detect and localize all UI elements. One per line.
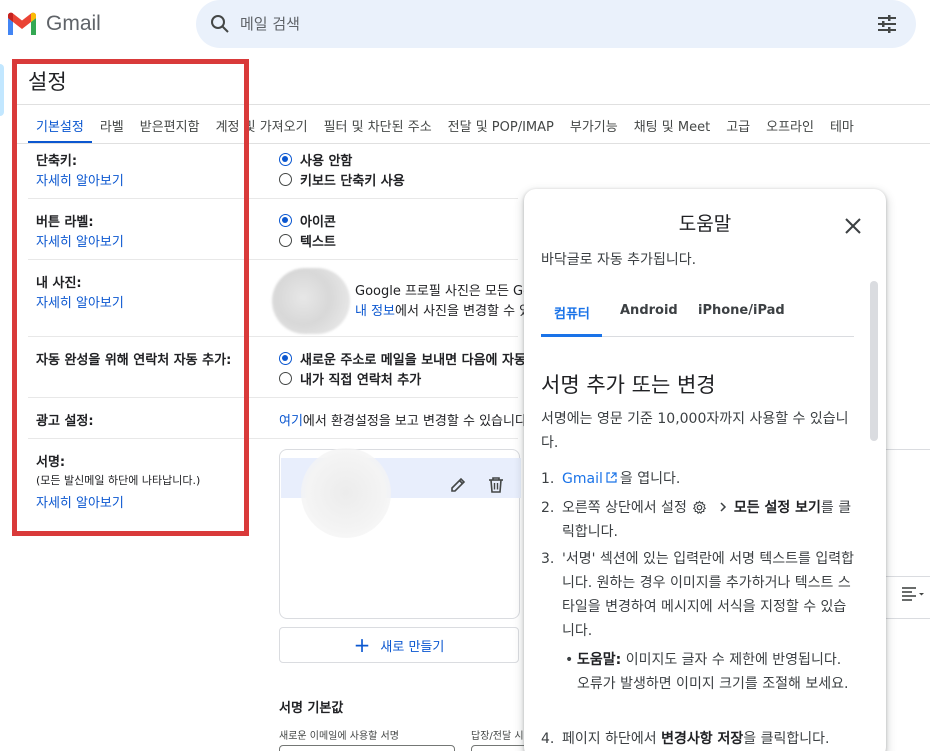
step-2-b: 모든 설정 보기	[733, 500, 821, 516]
button-labels-text-radio[interactable]: 텍스트	[279, 231, 336, 250]
step-4-b: 변경사항 저장	[661, 731, 744, 747]
help-panel: 도움말 바닥글로 자동 추가됩니다. 컴퓨터 Android iPhone/iP…	[524, 189, 886, 751]
radio-icon	[279, 173, 292, 186]
editor-toolbar-divider	[879, 576, 930, 577]
gmail-m-icon	[8, 12, 36, 35]
plus-icon: +	[353, 633, 371, 657]
my-picture-change-text: 내 정보에서 사진을 변경할 수 있	[355, 300, 531, 319]
search-options-icon[interactable]	[876, 13, 898, 35]
help-tab-iphone[interactable]: iPhone/iPad	[698, 303, 785, 318]
radio-icon	[279, 372, 292, 385]
radio-label: 내가 직접 연락처 추가	[300, 373, 422, 388]
tab-forwarding[interactable]: 전달 및 POP/IMAP	[440, 104, 562, 144]
new-email-signature-select[interactable]	[279, 745, 455, 751]
help-tab-android[interactable]: Android	[620, 303, 678, 318]
profile-photo[interactable]	[272, 268, 350, 334]
help-tab-computer[interactable]: 컴퓨터	[554, 303, 590, 322]
step-4-a: 페이지 하단에서	[562, 731, 657, 747]
annotation-highlight-box	[12, 59, 249, 536]
tab-themes[interactable]: 테마	[822, 104, 862, 144]
tab-advanced[interactable]: 고급	[718, 104, 758, 144]
step-text: 페이지 하단에서 변경사항 저장을 클릭합니다.	[562, 727, 857, 751]
help-scrollbar-thumb[interactable]	[870, 281, 878, 441]
step-number: 4.	[541, 731, 555, 747]
step-text: Gmail 을 엽니다.	[562, 467, 857, 491]
about-me-link[interactable]: 내 정보	[355, 304, 395, 319]
radio-label: 사용 안함	[300, 154, 353, 169]
delete-trash-icon[interactable]	[487, 476, 505, 494]
create-new-label: 새로 만들기	[380, 639, 445, 655]
tip-text: 도움말: 이미지도 글자 수 제한에 반영됩니다. 오류가 발생하면 이미지 크…	[577, 648, 857, 696]
tab-filters[interactable]: 필터 및 차단된 주소	[316, 104, 440, 144]
signature-name-blurred	[301, 448, 391, 538]
button-labels-icons-radio[interactable]: 아이콘	[279, 211, 336, 230]
new-email-signature-label: 새로운 이메일에 사용할 서명	[279, 731, 399, 742]
tip-label: 도움말:	[577, 652, 622, 668]
gmail-link[interactable]: Gmail	[562, 471, 603, 487]
search-icon[interactable]	[210, 14, 230, 34]
help-platform-tabs: 컴퓨터 Android iPhone/iPad	[541, 293, 854, 337]
close-icon[interactable]	[842, 215, 864, 237]
autocomplete-manual-radio[interactable]: 내가 직접 연락처 추가	[279, 369, 421, 388]
step-number: 2.	[541, 500, 555, 516]
help-panel-title: 도움말	[678, 213, 732, 235]
help-tab-active-indicator	[541, 334, 602, 337]
radio-label: 키보드 단축키 사용	[300, 174, 405, 189]
tab-offline[interactable]: 오프라인	[758, 104, 822, 144]
signature-defaults-title: 서명 기본값	[279, 701, 344, 716]
radio-selected-icon	[279, 214, 292, 227]
create-new-signature-button[interactable]: + 새로 만들기	[279, 627, 519, 663]
external-link-icon	[606, 472, 617, 483]
step-1-suffix: 을 엽니다.	[619, 471, 681, 487]
shortcuts-off-radio[interactable]: 사용 안함	[279, 150, 352, 169]
radio-selected-icon	[279, 153, 292, 166]
step-number: 3.	[541, 551, 555, 567]
radio-icon	[279, 234, 292, 247]
nav-active-indicator	[0, 64, 4, 116]
radio-selected-icon	[279, 352, 292, 365]
radio-label: 새로운 주소로 메일을 보내면 다음에 자동	[300, 353, 526, 368]
my-picture-change-suffix: 에서 사진을 변경할 수 있	[395, 304, 532, 319]
signature-list	[279, 448, 521, 619]
align-left-icon[interactable]	[901, 585, 925, 603]
search-bar[interactable]: 메일 검색	[196, 0, 916, 48]
step-text: '서명' 섹션에 있는 입력란에 서명 텍스트를 입력합니다. 원하는 경우 이…	[562, 551, 854, 639]
edit-pencil-icon[interactable]	[449, 476, 467, 494]
gear-icon	[692, 500, 706, 515]
app-name: Gmail	[46, 12, 101, 35]
tab-chat-meet[interactable]: 채팅 및 Meet	[626, 104, 718, 144]
step-text: 오른쪽 상단에서 설정 모든 설정 보기를 클릭합니다.	[562, 496, 857, 544]
ads-description: 여기에서 환경설정을 보고 변경할 수 있습니다	[279, 410, 527, 429]
help-intro-text: 바닥글로 자동 추가됩니다.	[541, 252, 697, 268]
ads-text: 에서 환경설정을 보고 변경할 수 있습니다	[302, 414, 527, 429]
help-paragraph: 서명에는 영문 기준 10,000자까지 사용할 수 있습니다.	[541, 411, 849, 451]
ads-here-link[interactable]: 여기	[279, 414, 303, 429]
reply-signature-label: 답장/전달 시	[471, 731, 524, 742]
step-2-a: 오른쪽 상단에서 설정	[562, 500, 687, 516]
chevron-right-icon	[720, 502, 726, 512]
radio-label: 아이콘	[300, 215, 336, 230]
shortcuts-on-radio[interactable]: 키보드 단축키 사용	[279, 170, 405, 189]
tab-addons[interactable]: 부가기능	[562, 104, 626, 144]
help-heading: 서명 추가 또는 변경	[541, 373, 716, 397]
step-number: 1.	[541, 471, 555, 487]
step-4-c: 을 클릭합니다.	[743, 731, 830, 747]
bullet-icon: •	[565, 652, 574, 668]
signature-list-item[interactable]	[281, 448, 521, 538]
radio-label: 텍스트	[300, 235, 336, 250]
search-input[interactable]: 메일 검색	[240, 13, 300, 34]
my-picture-description: Google 프로필 사진은 모든 Go	[355, 284, 532, 299]
autocomplete-auto-radio[interactable]: 새로운 주소로 메일을 보내면 다음에 자동	[279, 349, 526, 368]
gmail-logo[interactable]: Gmail	[6, 10, 101, 38]
